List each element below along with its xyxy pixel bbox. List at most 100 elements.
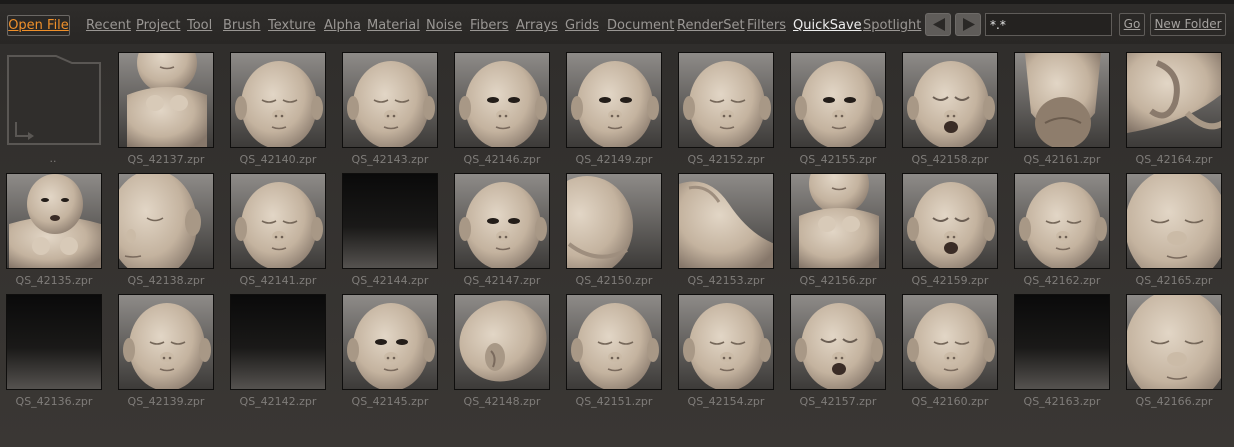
tab-arrays[interactable]: Arrays <box>516 18 558 34</box>
file-name-label: QS_42148.zpr <box>463 395 541 408</box>
tab-project[interactable]: Project <box>136 18 180 34</box>
tab-spotlight[interactable]: Spotlight <box>863 18 921 34</box>
file-name-label: QS_42156.zpr <box>799 274 877 287</box>
file-name-label: QS_42145.zpr <box>351 395 429 408</box>
file-name-label: QS_42147.zpr <box>463 274 541 287</box>
file-name-label: QS_42141.zpr <box>239 274 317 287</box>
tab-material[interactable]: Material <box>367 18 420 34</box>
file-name-label: QS_42144.zpr <box>351 274 429 287</box>
file-name-label: QS_42155.zpr <box>799 153 877 166</box>
top-divider <box>0 0 1234 4</box>
file-thumbnail[interactable] <box>1126 173 1222 269</box>
file-thumbnail[interactable] <box>6 173 102 269</box>
file-thumbnail[interactable] <box>230 173 326 269</box>
file-thumbnail[interactable] <box>1014 294 1110 390</box>
file-thumbnail[interactable] <box>566 294 662 390</box>
thumbnail-image <box>679 174 773 268</box>
file-thumbnail[interactable] <box>566 173 662 269</box>
thumbnail-image <box>343 295 437 389</box>
file-thumbnail[interactable] <box>790 294 886 390</box>
file-name-label: QS_42142.zpr <box>239 395 317 408</box>
arrow-left-icon <box>933 18 945 31</box>
file-name-label: QS_42149.zpr <box>575 153 653 166</box>
file-thumbnail[interactable] <box>342 52 438 148</box>
file-thumbnail[interactable] <box>342 173 438 269</box>
file-thumbnail[interactable] <box>454 52 550 148</box>
thumbnail-image <box>231 53 325 147</box>
file-thumbnail[interactable] <box>6 294 102 390</box>
thumbnail-image <box>903 295 997 389</box>
file-thumbnail[interactable] <box>1014 173 1110 269</box>
new-folder-button[interactable]: New Folder <box>1150 13 1226 36</box>
file-thumbnail[interactable] <box>790 173 886 269</box>
thumbnail-image <box>679 53 773 147</box>
thumbnail-image <box>1015 174 1109 268</box>
tab-noise[interactable]: Noise <box>426 18 462 34</box>
file-thumbnail[interactable] <box>902 173 998 269</box>
file-name-label: QS_42138.zpr <box>127 274 205 287</box>
tab-alpha[interactable]: Alpha <box>324 18 361 34</box>
file-thumbnail[interactable] <box>678 52 774 148</box>
back-button[interactable] <box>925 13 951 36</box>
thumbnail-image <box>455 295 549 389</box>
filter-input[interactable] <box>985 13 1112 36</box>
file-thumbnail[interactable] <box>118 294 214 390</box>
tab-tool[interactable]: Tool <box>187 18 212 34</box>
tab-document[interactable]: Document <box>607 18 674 34</box>
file-name-label: QS_42163.zpr <box>1023 395 1101 408</box>
file-thumbnail[interactable] <box>790 52 886 148</box>
file-thumbnail[interactable] <box>1126 52 1222 148</box>
thumbnail-image <box>791 53 885 147</box>
file-name-label: QS_42161.zpr <box>1023 153 1101 166</box>
file-thumbnail[interactable] <box>566 52 662 148</box>
file-name-label: QS_42154.zpr <box>687 395 765 408</box>
file-thumbnail[interactable] <box>230 294 326 390</box>
thumbnail-image <box>119 174 213 268</box>
thumbnail-image <box>119 295 213 389</box>
tab-texture[interactable]: Texture <box>268 18 316 34</box>
toolbar: Open File Recent Project Tool Brush Texture A… <box>0 0 1234 44</box>
file-thumbnail[interactable] <box>678 173 774 269</box>
tab-quicksave[interactable]: QuickSave <box>793 18 862 34</box>
thumbnail-image <box>903 53 997 147</box>
file-name-label: QS_42166.zpr <box>1135 395 1213 408</box>
file-thumbnail[interactable] <box>118 173 214 269</box>
go-button[interactable]: Go <box>1119 13 1145 36</box>
thumbnail-image <box>1127 174 1221 268</box>
file-thumbnail[interactable] <box>118 52 214 148</box>
file-thumbnail[interactable] <box>902 294 998 390</box>
thumbnail-image <box>119 53 213 147</box>
file-thumbnail[interactable] <box>678 294 774 390</box>
file-thumbnail[interactable] <box>342 294 438 390</box>
tab-recent[interactable]: Recent <box>86 18 131 34</box>
file-thumbnail[interactable] <box>454 173 550 269</box>
file-thumbnail[interactable] <box>1126 294 1222 390</box>
tab-renderset[interactable]: RenderSet <box>677 18 745 34</box>
file-thumbnail[interactable] <box>1014 52 1110 148</box>
folder-icon <box>7 55 101 145</box>
file-thumbnail[interactable] <box>902 52 998 148</box>
thumbnail-image <box>231 295 325 389</box>
tab-filters[interactable]: Filters <box>747 18 786 34</box>
file-name-label: QS_42159.zpr <box>911 274 989 287</box>
thumbnail-image <box>455 53 549 147</box>
tab-fibers[interactable]: Fibers <box>470 18 509 34</box>
file-thumbnail[interactable] <box>230 52 326 148</box>
file-name-label: QS_42160.zpr <box>911 395 989 408</box>
file-name-label: QS_42146.zpr <box>463 153 541 166</box>
file-name-label: QS_42136.zpr <box>15 395 93 408</box>
thumbnail-image <box>1127 53 1221 147</box>
tab-brush[interactable]: Brush <box>223 18 261 34</box>
forward-button[interactable] <box>955 13 981 36</box>
file-name-label: QS_42151.zpr <box>575 395 653 408</box>
thumbnail-image <box>7 174 101 268</box>
file-name-label: QS_42150.zpr <box>575 274 653 287</box>
file-name-label: QS_42157.zpr <box>799 395 877 408</box>
file-thumbnail[interactable] <box>454 294 550 390</box>
parent-folder-tile[interactable] <box>6 52 103 147</box>
open-file-button[interactable]: Open File <box>7 15 70 36</box>
file-name-label: QS_42153.zpr <box>687 274 765 287</box>
file-name-label: QS_42158.zpr <box>911 153 989 166</box>
thumbnail-image <box>455 174 549 268</box>
tab-grids[interactable]: Grids <box>565 18 599 34</box>
